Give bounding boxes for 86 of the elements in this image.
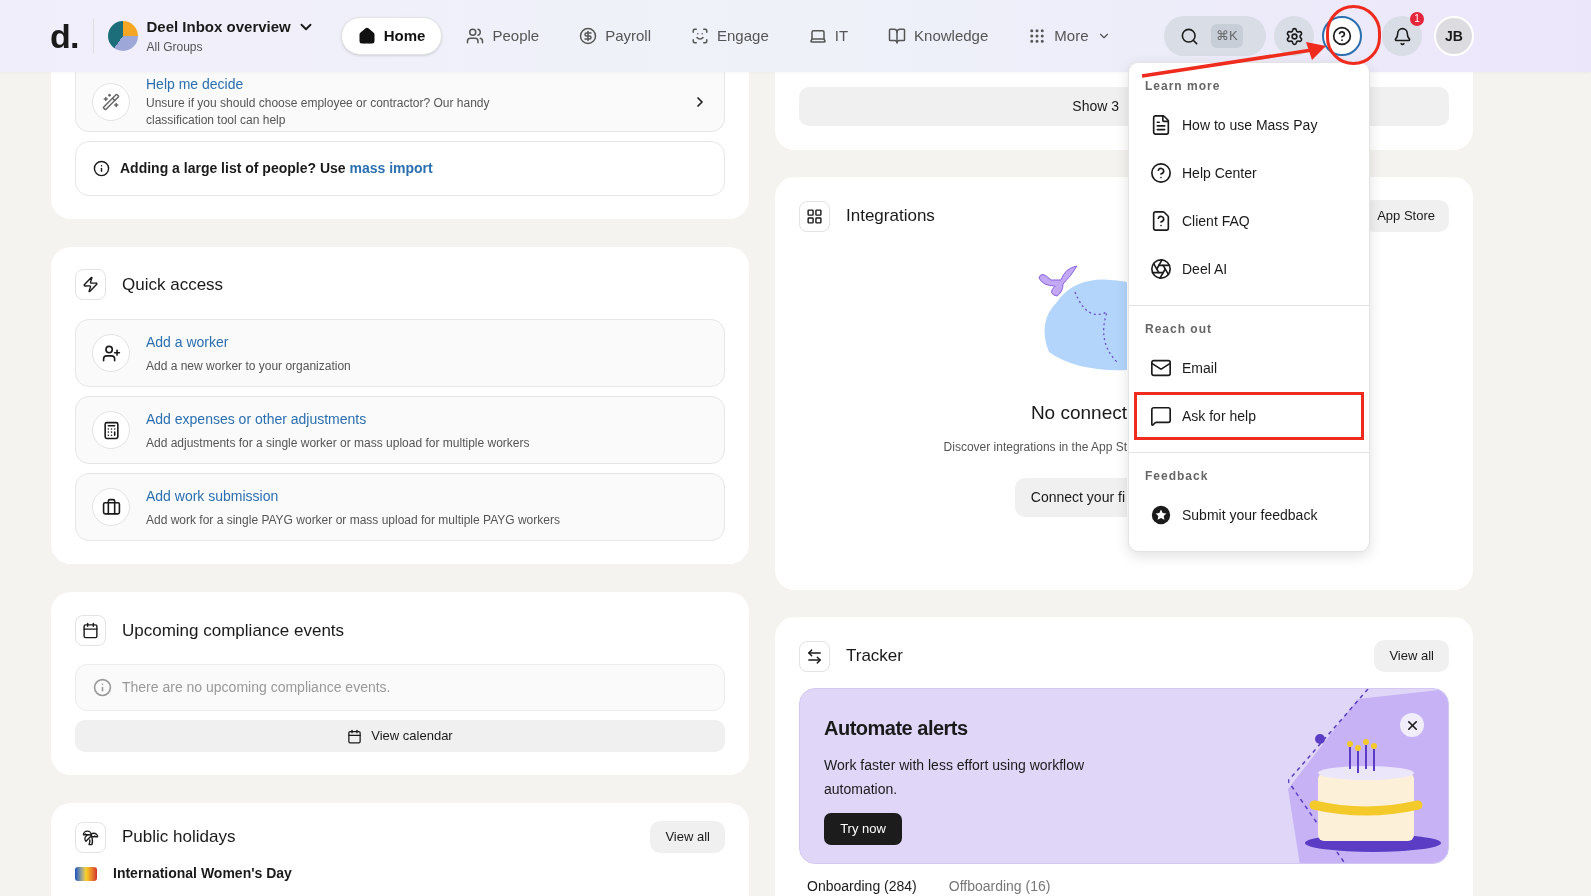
faq-document-icon [1150,210,1172,232]
menu-section-heading: Reach out [1144,321,1213,338]
nav-tab[interactable]: Home [340,17,443,55]
help-decide-row[interactable]: Help me decide Unsure if you should choose employee or contractor? Our handy classification tool can help [75,72,725,132]
notification-badge: 1 [1410,12,1424,26]
row-title-link[interactable]: Add work submission [146,485,560,507]
logo[interactable]: d. [50,19,79,53]
nav-tab[interactable]: Payroll [563,17,667,55]
info-icon [93,678,112,697]
menu-section-heading: Feedback [1144,468,1210,485]
menu-item[interactable]: Client FAQ [1134,197,1364,245]
add-person-icon [101,343,121,363]
shortcut-key: ⌘K [1211,24,1243,48]
mass-import-link[interactable]: mass import [349,160,433,176]
lightning-icon [82,276,99,293]
settings-icon [1284,26,1304,46]
row-description: Unsure if you should choose employee or contractor? Our handy classification tool can help [146,95,491,129]
empty-description: Discover integrations in the App St [943,438,1127,456]
calendar-icon [82,622,99,639]
chat-bubble-icon [1150,405,1172,427]
house-icon [357,27,376,45]
section-title: Public holidays [122,826,236,849]
connect-button[interactable]: Connect your fi [1014,477,1127,517]
row-description: Add a new worker to your organization [146,357,351,375]
search-icon [1180,26,1199,46]
banner-text: Work faster with less effort using workflow automation. [824,756,1086,799]
aperture-icon [1150,258,1172,280]
row-title-link[interactable]: Add a worker [146,331,351,353]
menu-item[interactable]: Ask for help [1134,392,1364,440]
calculator-icon [101,420,121,440]
grid-icon [806,207,823,225]
banner-title: Automate alerts [824,716,969,741]
menu-item[interactable]: Email [1134,344,1364,392]
row-description: Add adjustments for a single worker or mass upload for multiple workers [146,434,530,452]
row-title-link[interactable]: Add expenses or other adjustments [146,408,530,430]
holiday-name: International Women's Day [113,864,292,883]
nav-tab[interactable]: People [450,17,556,55]
workspace-name[interactable]: Deel Inbox overview [146,15,291,39]
workspace-avatar-icon [107,21,138,51]
people-icon [466,27,485,45]
try-now-button[interactable]: Try now [824,813,902,845]
tracker-tab[interactable]: Offboarding (16) [948,876,1051,896]
mail-icon [1150,357,1172,379]
workspace-subtitle: All Groups [146,39,204,57]
user-avatar[interactable]: JB [1434,16,1474,56]
menu-item[interactable]: Deel AI [1134,245,1364,293]
document-icon [1150,114,1172,136]
nav-tab[interactable]: More [1012,17,1127,55]
quick-access-row[interactable]: Add a worker Add a new worker to your organization [75,319,725,387]
palm-tree-icon [82,828,99,846]
help-icon [1332,26,1352,46]
row-title-link[interactable]: Help me decide [146,74,676,95]
view-all-button[interactable]: View all [650,821,725,853]
nav-tab[interactable]: Knowledge [872,17,1005,55]
quick-access-row[interactable]: Add expenses or other adjustments Add adjustments for a single worker or mass upload for multiple workers [75,396,725,464]
row-description: Add work for a single PAYG worker or mass upload for multiple PAYG workers [146,511,560,529]
book-icon [888,27,907,45]
dollar-icon [579,27,598,45]
section-title: Integrations [846,205,935,228]
tracker-tab[interactable]: Onboarding (284) [807,876,917,896]
briefcase-icon [101,497,121,517]
view-all-button[interactable]: View all [1374,640,1449,672]
empty-message: There are no upcoming compliance events. [122,678,391,697]
section-title: Tracker [846,645,903,668]
quick-access-row[interactable]: Add work submission Add work for a single PAYG worker or mass upload for multiple PAYG workers [75,473,725,541]
face-scan-icon [691,27,709,45]
search-button[interactable]: ⌘K [1164,16,1266,56]
section-title: Upcoming compliance events [122,619,345,642]
help-button[interactable] [1322,16,1362,56]
menu-item[interactable]: Help Center [1134,149,1364,197]
section-title: Quick access [122,273,224,296]
empty-title: No connect [1030,401,1127,425]
laptop-icon [808,27,827,45]
calendar-icon [347,728,363,744]
swap-arrows-icon [806,647,823,665]
nav-tab[interactable]: Engage [675,17,785,55]
grid-icon [1028,27,1047,45]
menu-item[interactable]: Submit your feedback [1134,491,1364,539]
bell-icon [1392,26,1412,46]
question-icon [1150,162,1172,184]
notice-text: Adding a large list of people? Use mass import [120,159,433,178]
info-icon [93,160,110,177]
flag-icon [75,866,97,881]
nav-tab[interactable]: IT [792,17,865,55]
view-calendar-button[interactable]: View calendar [75,720,725,752]
magic-wand-icon [102,92,120,111]
